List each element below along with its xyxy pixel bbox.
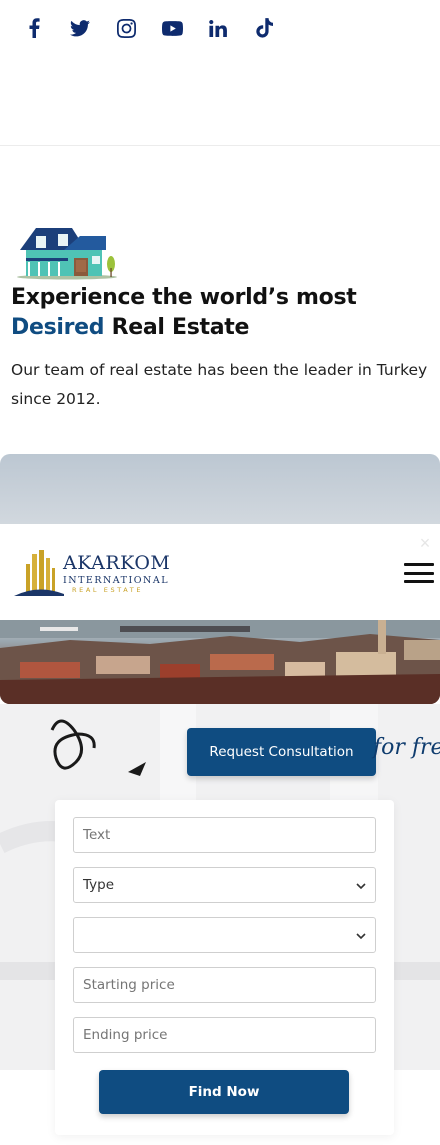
logo-buildings-icon	[14, 550, 64, 596]
headline-accent: Desired	[11, 315, 105, 340]
youtube-icon[interactable]	[160, 14, 184, 42]
hero-intro: Our team of real estate has been the lea…	[11, 361, 428, 408]
tiktok-icon[interactable]	[252, 14, 276, 42]
house-illustration	[17, 228, 117, 280]
instagram-icon[interactable]	[114, 14, 138, 42]
menu-bar	[404, 563, 434, 566]
property-search-form: Text Type Starting price Ending price Fi…	[55, 800, 394, 1135]
linkedin-icon[interactable]	[206, 14, 230, 42]
twitter-icon[interactable]	[68, 14, 92, 42]
hero-headline: Experience the world’s most Desired Real…	[11, 283, 431, 343]
secondary-select[interactable]	[73, 917, 376, 953]
logo-sub2: REAL ESTATE	[72, 586, 144, 594]
type-select[interactable]: Type	[73, 867, 376, 903]
menu-bar	[404, 571, 434, 575]
close-icon[interactable]: ×	[416, 534, 434, 552]
starting-price-input[interactable]: Starting price	[73, 967, 376, 1003]
facebook-icon[interactable]	[22, 14, 46, 42]
banner-script-text: for fre	[373, 735, 440, 760]
logo-sub: INTERNATIONAL	[63, 575, 170, 586]
chevron-down-icon	[356, 883, 366, 890]
ending-price-input[interactable]: Ending price	[73, 1017, 376, 1053]
headline-line2: Real Estate	[104, 315, 250, 340]
text-input[interactable]: Text	[73, 817, 376, 853]
site-header: AKARKOM INTERNATIONAL REAL ESTATE ×	[0, 524, 440, 620]
hamburger-menu-icon[interactable]	[404, 563, 434, 583]
chevron-down-icon	[356, 933, 366, 940]
city-skyline	[0, 618, 440, 704]
logo-brand: AKARKOM	[63, 552, 171, 574]
social-links	[22, 14, 298, 42]
type-select-value: Type	[83, 877, 115, 893]
request-consultation-button[interactable]: Request Consultation	[187, 728, 376, 776]
top-divider	[0, 145, 440, 146]
site-logo[interactable]: AKARKOM INTERNATIONAL REAL ESTATE	[14, 546, 174, 598]
find-now-button[interactable]: Find Now	[99, 1070, 349, 1114]
menu-bar	[404, 580, 434, 583]
headline-line1: Experience the world’s most	[11, 285, 357, 310]
